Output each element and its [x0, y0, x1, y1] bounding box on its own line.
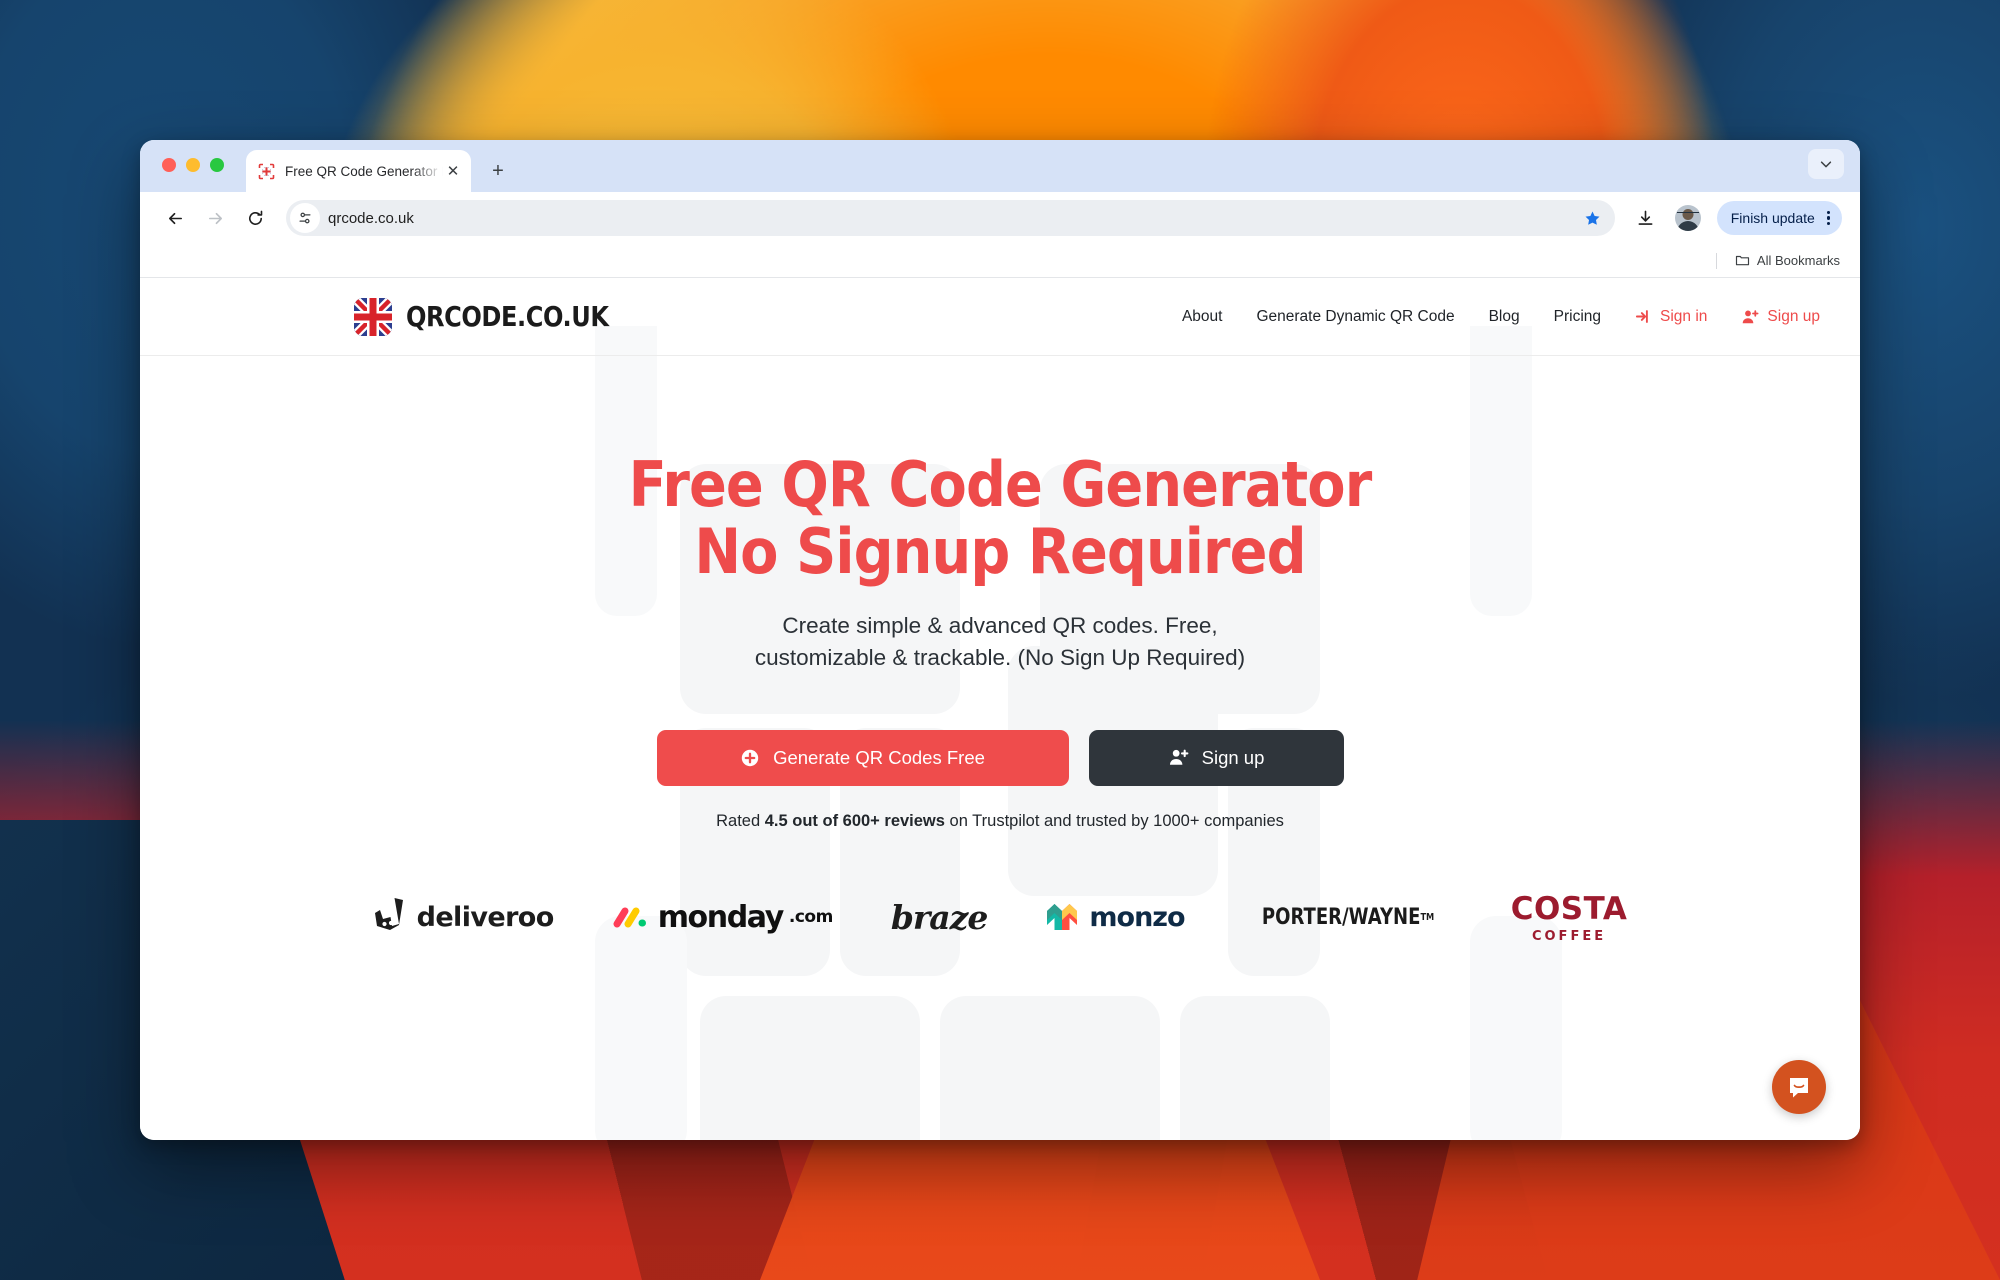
hero-section: Free QR Code Generator No Signup Require… [140, 326, 1860, 1140]
bg-shape [940, 996, 1160, 1140]
logo-monday-suffix: .com [788, 907, 833, 928]
logo-monday-com: monday .com [612, 900, 833, 935]
customer-logo-strip: deliveroo monday .com braze monzo PORTER… [140, 891, 1860, 944]
sign-in-link[interactable]: Sign in [1635, 308, 1707, 326]
sign-up-label: Sign up [1767, 307, 1820, 325]
maximize-window-button[interactable] [210, 158, 224, 172]
logo-deliveroo: deliveroo [373, 897, 554, 937]
bg-shape [595, 916, 687, 1140]
headline-line-2: No Signup Required [694, 514, 1306, 588]
nav-item-generate-dynamic-qr-code[interactable]: Generate Dynamic QR Code [1256, 308, 1454, 326]
close-tab-button[interactable]: ✕ [443, 161, 463, 181]
subtitle-line-2: customizable & trackable. (No Sign Up Re… [754, 644, 1246, 670]
hero-sign-up-label: Sign up [1201, 746, 1265, 768]
login-arrow-icon [1635, 310, 1648, 323]
site-brand-name: QRCODE.CO.UK [406, 300, 609, 333]
headline-line-1: Free QR Code Generator [628, 448, 1373, 521]
url-text: qrcode.co.uk [328, 209, 414, 227]
logo-porter-wayne: PORTER/WAYNE TM [1261, 905, 1433, 930]
bg-shape [1470, 916, 1562, 1140]
finish-update-label: Finish update [1730, 210, 1815, 226]
intercom-chat-icon[interactable] [1772, 1060, 1826, 1114]
qr-uk-flag-favicon [258, 163, 275, 180]
monday-mark-icon [613, 907, 646, 928]
uk-flag-icon [354, 297, 392, 336]
logo-costa-label: COSTA [1510, 890, 1628, 927]
new-tab-button[interactable]: + [483, 156, 513, 186]
finish-update-button[interactable]: Finish update [1716, 201, 1842, 235]
hero-subtitle: Create simple & advanced QR codes. Free,… [140, 610, 1860, 674]
monzo-mark-icon [1047, 904, 1078, 931]
desktop-wallpaper: Free QR Code Generator No S ✕ + [0, 0, 2000, 1280]
window-traffic-lights[interactable] [162, 158, 224, 172]
bg-shape [1180, 996, 1330, 1140]
logo-porter-wayne-trademark: TM [1420, 911, 1434, 923]
sign-up-link[interactable]: Sign up [1741, 308, 1820, 326]
all-bookmarks-button[interactable]: All Bookmarks [1735, 253, 1840, 268]
all-bookmarks-label: All Bookmarks [1756, 253, 1840, 268]
site-header: QRCODE.CO.UK About Generate Dynamic QR C… [140, 278, 1860, 356]
nav-item-blog[interactable]: Blog [1489, 308, 1520, 326]
generate-button-label: Generate QR Codes Free [773, 746, 985, 768]
logo-monday-label: monday [657, 899, 785, 935]
browser-window: Free QR Code Generator No S ✕ + [140, 140, 1860, 1140]
bookmarks-bar: All Bookmarks [140, 244, 1860, 278]
main-navigation: About Generate Dynamic QR Code Blog Pric… [1182, 308, 1820, 326]
hero-cta-group: Generate QR Codes Free Sign up [140, 729, 1860, 786]
user-plus-icon [1169, 749, 1189, 766]
forward-arrow-icon [198, 201, 232, 235]
logo-costa-coffee: COSTA COFFEE [1511, 891, 1628, 944]
logo-monzo-label: monzo [1089, 901, 1185, 933]
address-bar[interactable]: qrcode.co.uk [286, 200, 1615, 236]
hero-sign-up-button[interactable]: Sign up [1088, 729, 1344, 786]
bg-shape [700, 996, 920, 1140]
close-window-button[interactable] [162, 158, 176, 172]
plus-circle-icon [741, 749, 759, 766]
tab-title: Free QR Code Generator No S [285, 163, 443, 179]
browser-tab[interactable]: Free QR Code Generator No S ✕ [246, 150, 471, 192]
logo-braze: braze [890, 897, 989, 937]
tab-strip: Free QR Code Generator No S ✕ + [140, 140, 1860, 192]
hero-content: Free QR Code Generator No Signup Require… [140, 356, 1860, 831]
subtitle-line-1: Create simple & advanced QR codes. Free, [782, 612, 1218, 638]
web-page: QRCODE.CO.UK About Generate Dynamic QR C… [140, 278, 1860, 1140]
rating-prefix: Rated [716, 811, 765, 830]
rating-highlight: 4.5 out of 600+ reviews [764, 811, 945, 830]
user-plus-icon [1743, 309, 1759, 323]
profile-avatar[interactable] [1674, 205, 1701, 231]
back-arrow-icon[interactable] [158, 201, 192, 235]
logo-deliveroo-label: deliveroo [416, 901, 555, 933]
browser-toolbar: qrcode.co.uk Finish update [140, 192, 1860, 244]
reload-icon[interactable] [238, 201, 272, 235]
sign-in-label: Sign in [1660, 307, 1708, 325]
rating-suffix: on Trustpilot and trusted by 1000+ compa… [944, 811, 1284, 830]
nav-item-about[interactable]: About [1182, 308, 1223, 326]
star-filled-icon[interactable] [1579, 204, 1607, 232]
folder-icon [1735, 255, 1750, 266]
download-icon[interactable] [1629, 201, 1663, 235]
logo-porter-wayne-label: PORTER/WAYNE [1261, 904, 1421, 930]
logo-braze-label: braze [890, 897, 989, 937]
tune-icon[interactable] [290, 203, 320, 233]
chevron-down-icon[interactable] [1808, 149, 1844, 179]
bookmarks-divider [1715, 252, 1717, 269]
generate-qr-codes-free-button[interactable]: Generate QR Codes Free [656, 729, 1069, 786]
minimize-window-button[interactable] [186, 158, 200, 172]
page-title: Free QR Code Generator No Signup Require… [226, 451, 1774, 588]
site-logo[interactable]: QRCODE.CO.UK [354, 297, 642, 336]
logo-monzo: monzo [1045, 900, 1186, 934]
kebab-menu-icon[interactable] [1821, 210, 1836, 226]
rating-text: Rated 4.5 out of 600+ reviews on Trustpi… [140, 812, 1860, 831]
nav-item-pricing[interactable]: Pricing [1554, 308, 1601, 326]
logo-costa-sublabel: COFFEE [1531, 928, 1607, 944]
deliveroo-mark-icon [374, 898, 403, 931]
